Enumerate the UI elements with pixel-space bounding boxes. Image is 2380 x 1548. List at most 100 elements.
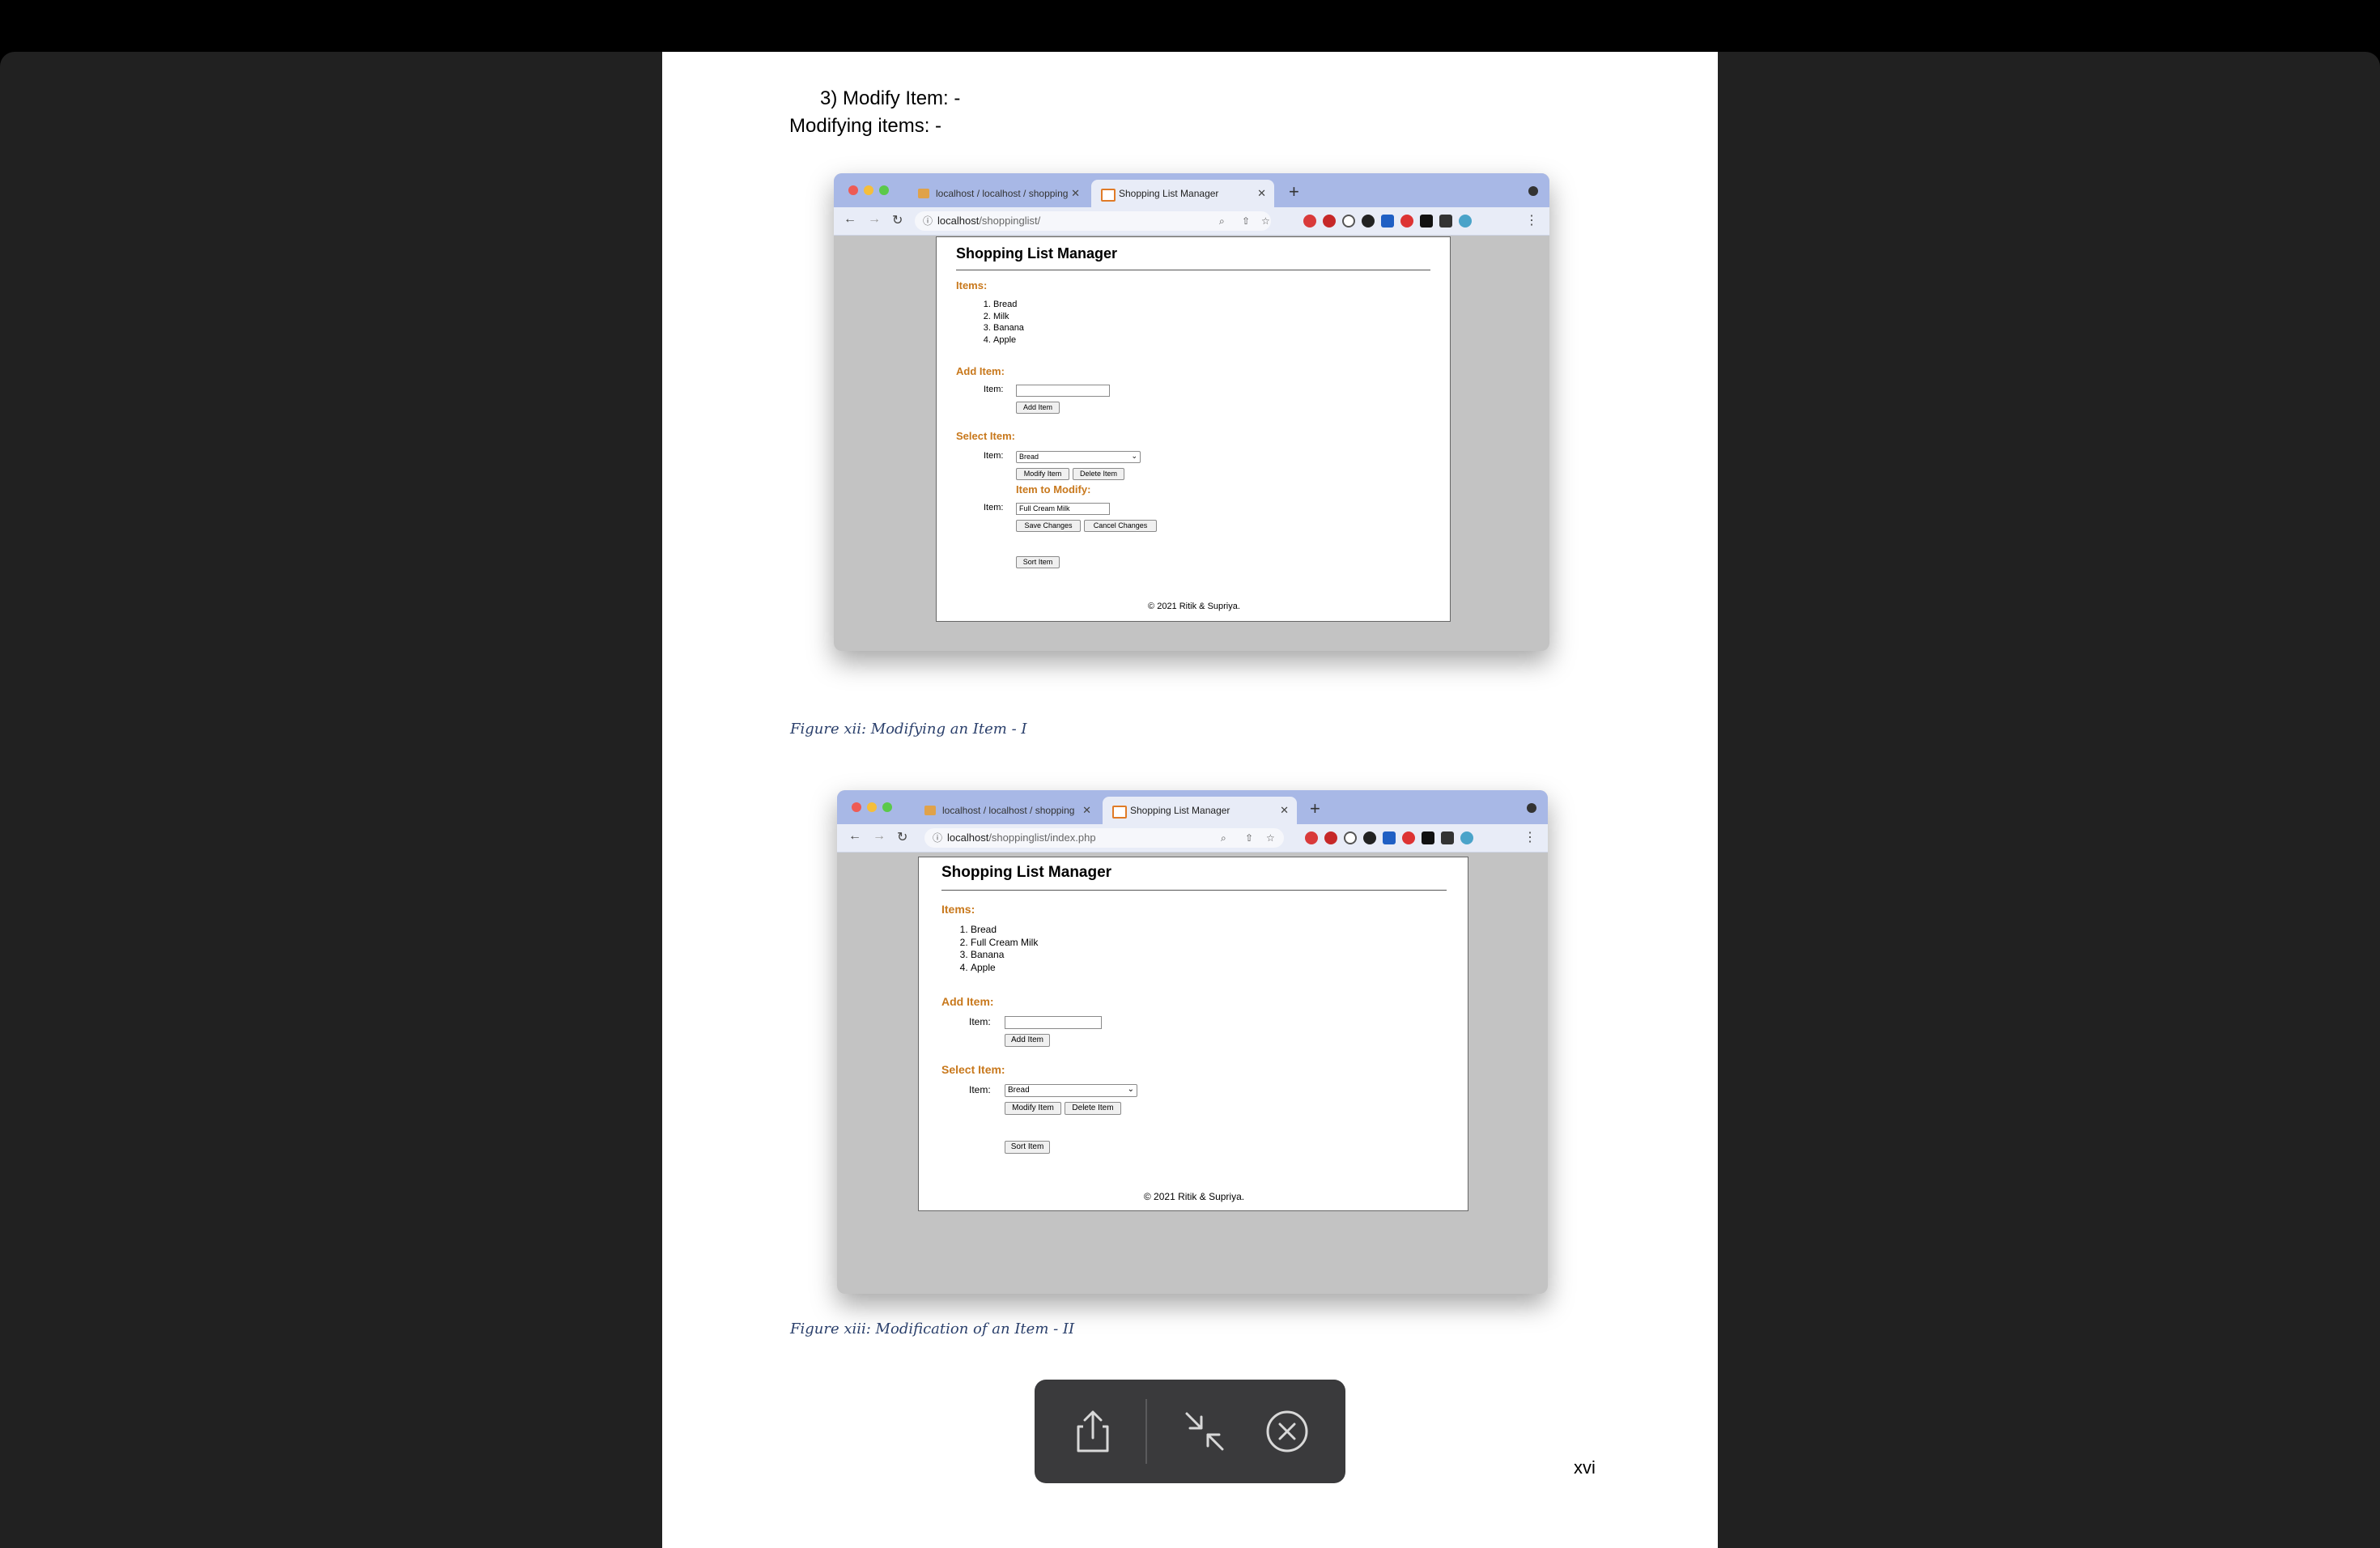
select-value: Bread (1008, 1086, 1030, 1095)
items-list: Bread Milk Banana Apple (977, 299, 1024, 346)
app-title: Shopping List Manager (941, 864, 1112, 881)
forward-icon: → (868, 212, 881, 226)
list-item: Full Cream Milk (971, 937, 1038, 950)
chevron-down-icon: ⌄ (1131, 452, 1137, 460)
browser-tab-phpmyadmin: localhost / localhost / shopping ✕ (908, 180, 1088, 207)
browser-toolbar: ← → ↻ ⓘ localhost/shoppinglist/ ⌕ ⇧ ☆ ⋮ (834, 207, 1549, 236)
item-select[interactable]: Bread ⌄ (1016, 451, 1141, 463)
minimize-window-dot (864, 185, 873, 195)
cancel-changes-button[interactable]: Cancel Changes (1084, 520, 1157, 532)
item-label: Item: (984, 385, 1004, 394)
back-icon: ← (844, 212, 856, 226)
web-page-viewport: Shopping List Manager Items: Bread Full … (918, 857, 1468, 1211)
select-item-heading: Select Item: (941, 1063, 1005, 1076)
page-footer: © 2021 Ritik & Supriya. (1143, 1191, 1245, 1202)
item-select[interactable]: Bread ⌄ (1005, 1084, 1137, 1097)
add-item-input[interactable] (1005, 1016, 1102, 1029)
floating-viewer-toolbar (1035, 1380, 1345, 1483)
list-item: Banana (971, 949, 1038, 962)
browser-tab-shopping: Shopping List Manager ✕ (1091, 180, 1274, 207)
close-circle-icon[interactable] (1261, 1406, 1313, 1457)
close-window-dot (848, 185, 858, 195)
modify-item-button[interactable]: Modify Item (1005, 1102, 1061, 1115)
delete-item-button[interactable]: Delete Item (1073, 468, 1124, 480)
item-label: Item: (984, 503, 1004, 512)
vpn-icon (1362, 215, 1375, 228)
select-item-heading: Select Item: (956, 430, 1015, 442)
page-footer: © 2021 Ritik & Supriya. (1148, 602, 1240, 611)
back-icon: ← (848, 829, 861, 843)
address-bar: ⓘ localhost/shoppinglist/index.php ⌕ ⇧ ☆ (924, 828, 1284, 848)
window-controls (848, 185, 895, 199)
tab-label: localhost / localhost / shopping (942, 805, 1075, 816)
collapse-icon[interactable] (1179, 1406, 1230, 1457)
screenshot-browser-2: localhost / localhost / shopping ✕ Shopp… (837, 790, 1548, 1294)
item-label: Item: (969, 1016, 991, 1027)
save-changes-button[interactable]: Save Changes (1016, 520, 1081, 532)
figure-caption-1: Figure xii: Modifying an Item - I (790, 721, 1027, 738)
new-tab-icon: + (1310, 798, 1320, 819)
ublock-icon (1323, 215, 1336, 228)
reload-icon: ↻ (897, 831, 908, 844)
item-label: Item: (984, 451, 1004, 461)
close-window-dot (852, 802, 861, 812)
tab-search-icon (1527, 803, 1536, 813)
reload-icon: ↻ (892, 214, 903, 228)
subsection-heading: Modifying items: - (789, 115, 942, 137)
ublock-icon (1324, 831, 1337, 844)
bitwarden-icon (1383, 831, 1396, 844)
url-path: /shoppinglist/index.php (988, 831, 1096, 844)
bookmark-star-icon: ☆ (1261, 215, 1270, 227)
page-favicon-icon (1112, 806, 1127, 819)
lastpass-icon (1400, 215, 1413, 228)
section-heading: 3) Modify Item: - (820, 87, 961, 109)
tab-label: Shopping List Manager (1119, 188, 1219, 199)
url-host: localhost (937, 215, 980, 227)
delete-item-button[interactable]: Delete Item (1065, 1102, 1121, 1115)
list-item: Milk (993, 311, 1024, 323)
modify-item-input[interactable]: Full Cream Milk (1016, 503, 1110, 515)
items-heading: Items: (941, 903, 975, 916)
forward-icon: → (873, 829, 886, 843)
browser-tab-shopping: Shopping List Manager ✕ (1103, 797, 1297, 824)
url-host: localhost (947, 831, 989, 844)
browser-tab-phpmyadmin: localhost / localhost / shopping ✕ (915, 797, 1099, 824)
document-page: 3) Modify Item: - Modifying items: - loc… (662, 52, 1718, 1548)
play-icon (1422, 831, 1434, 844)
add-item-button[interactable]: Add Item (1005, 1034, 1050, 1047)
browser-menu-icon: ⋮ (1525, 214, 1538, 228)
title-divider (941, 890, 1447, 891)
modify-item-button[interactable]: Modify Item (1016, 468, 1069, 480)
list-item: Apple (971, 962, 1038, 975)
page-number: xvi (1574, 1457, 1596, 1478)
block-icon (1342, 215, 1355, 228)
bookmark-star-icon: ☆ (1266, 832, 1275, 844)
tab-bar: localhost / localhost / shopping ✕ Shopp… (834, 173, 1549, 207)
adblock-icon (1305, 831, 1318, 844)
app-title: Shopping List Manager (956, 245, 1118, 262)
add-item-button[interactable]: Add Item (1016, 402, 1060, 414)
sort-item-button[interactable]: Sort Item (1016, 556, 1060, 568)
add-item-input[interactable] (1016, 385, 1110, 397)
sort-item-button[interactable]: Sort Item (1005, 1141, 1050, 1154)
address-bar: ⓘ localhost/shoppinglist/ ⌕ ⇧ ☆ (915, 211, 1271, 231)
zoom-icon: ⌕ (1219, 215, 1225, 227)
zoom-window-dot (879, 185, 889, 195)
list-item: Bread (993, 299, 1024, 311)
bitwarden-icon (1381, 215, 1394, 228)
adblock-icon (1303, 215, 1316, 228)
list-item: Apple (993, 334, 1024, 347)
share-icon[interactable] (1067, 1406, 1119, 1457)
tab-close-icon: ✕ (1280, 804, 1289, 816)
chevron-down-icon: ⌄ (1127, 1085, 1134, 1094)
items-list: Bread Full Cream Milk Banana Apple (954, 924, 1038, 974)
extensions-puzzle-icon (1441, 831, 1454, 844)
list-item: Banana (993, 322, 1024, 334)
tab-label: Shopping List Manager (1130, 805, 1230, 816)
extensions-puzzle-icon (1439, 215, 1452, 228)
tab-close-icon: ✕ (1257, 187, 1266, 199)
url-path: /shoppinglist/ (979, 215, 1041, 227)
toolbar-divider (1145, 1399, 1147, 1464)
pdf-viewer: 3) Modify Item: - Modifying items: - loc… (0, 52, 2380, 1548)
browser-menu-icon: ⋮ (1524, 831, 1536, 844)
